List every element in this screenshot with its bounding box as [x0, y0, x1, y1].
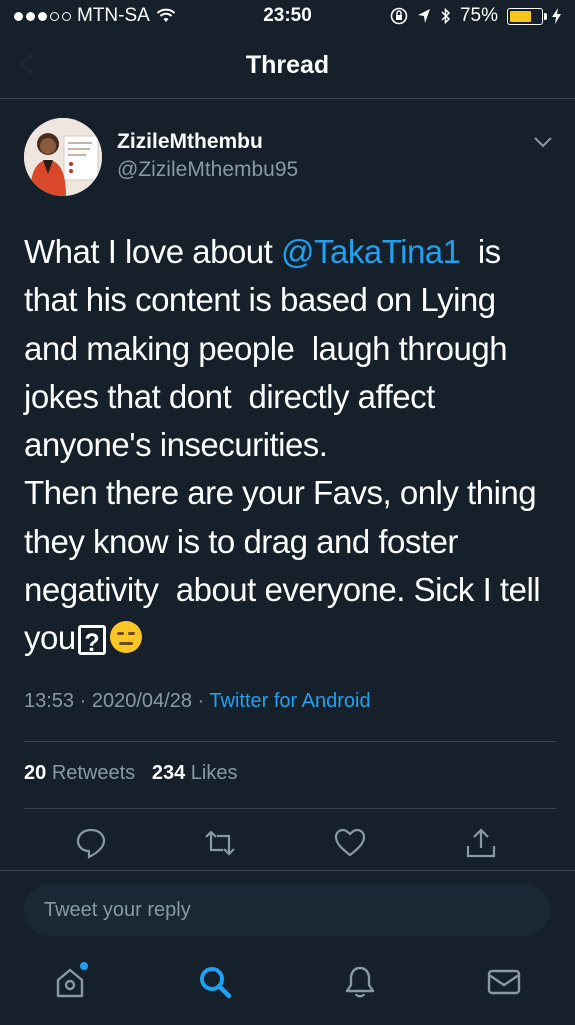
- tweet-header: ZizileMthembu @ZizileMthembu95: [24, 118, 554, 198]
- page-title: Thread: [245, 51, 330, 79]
- battery-icon: [507, 7, 547, 25]
- tweet-text: What I love about @TakaTina1 is that his…: [24, 228, 554, 663]
- status-right: 75%: [390, 5, 561, 27]
- retweets-count: 20: [24, 762, 47, 784]
- like-icon[interactable]: [333, 826, 367, 860]
- messages-icon[interactable]: [486, 964, 522, 1000]
- likes-stat[interactable]: 234 Likes: [152, 762, 238, 784]
- author-handle[interactable]: @ZizileMthembu95: [117, 158, 298, 182]
- tweet-time: 13:53: [24, 690, 75, 712]
- likes-label: Likes: [190, 762, 238, 784]
- tweet-date: 2020/04/28: [91, 690, 192, 712]
- meta-separator: ·: [197, 690, 205, 712]
- reply-icon[interactable]: [74, 826, 108, 860]
- tweet-text-part: What I love about: [24, 233, 281, 270]
- avatar-image: [24, 118, 102, 196]
- likes-count: 234: [151, 762, 186, 784]
- tweet-meta: 13:53 · 2020/04/28 · Twitter for Android: [24, 690, 371, 713]
- reply-placeholder: Tweet your reply: [44, 899, 191, 921]
- retweets-stat[interactable]: 20 Retweets: [24, 762, 135, 784]
- chevron-down-icon[interactable]: [532, 134, 554, 150]
- new-content-indicator: [80, 962, 88, 970]
- battery-percent: 75%: [459, 5, 498, 26]
- charging-icon: [552, 8, 561, 24]
- retweet-icon[interactable]: [203, 826, 237, 860]
- meta-separator: ·: [79, 690, 87, 712]
- tweet-stats: 20 Retweets 234 Likes: [24, 762, 238, 785]
- unknown-character-glyph: ?: [77, 625, 106, 657]
- reply-input[interactable]: Tweet your reply: [24, 884, 550, 936]
- mention-link[interactable]: @TakaTina1: [281, 233, 461, 270]
- divider: [24, 741, 556, 742]
- share-icon[interactable]: [464, 826, 498, 860]
- bluetooth-icon: [441, 7, 451, 25]
- notifications-icon[interactable]: [342, 964, 378, 1000]
- expressionless-face-icon: [109, 621, 142, 654]
- avatar[interactable]: [24, 118, 102, 196]
- divider: [24, 808, 556, 809]
- orientation-lock-icon: [390, 7, 408, 25]
- location-icon: [417, 9, 430, 23]
- search-icon[interactable]: [197, 964, 233, 1000]
- retweets-label: Retweets: [51, 762, 136, 784]
- author-name[interactable]: ZizileMthembu: [117, 130, 263, 154]
- status-bar: MTN-SA 23:50 75%: [0, 0, 575, 34]
- tweet-text-part: is that his content is based on Lying an…: [24, 233, 541, 657]
- action-bar: [0, 826, 575, 866]
- nav-bar: Thread: [0, 34, 575, 99]
- tweet-source-link[interactable]: Twitter for Android: [209, 690, 370, 712]
